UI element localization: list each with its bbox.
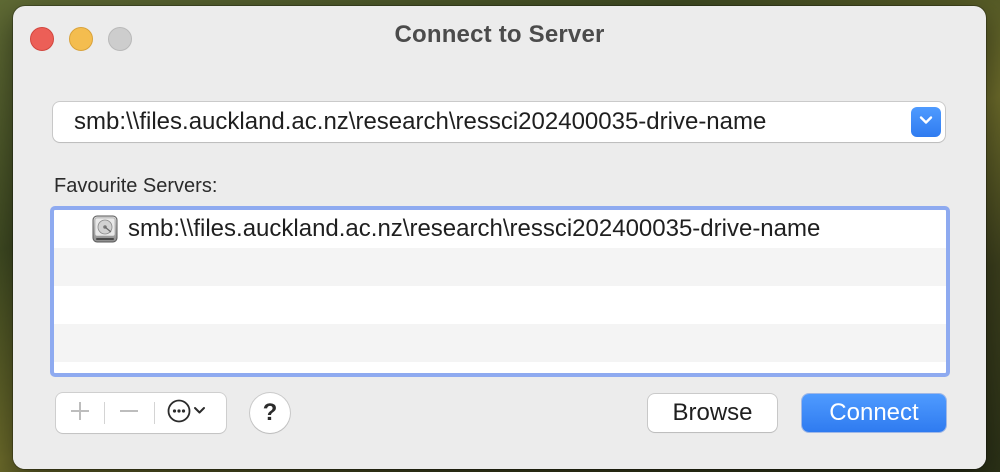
dialog-content: smb:\\files.auckland.ac.nz\research\ress… [13, 62, 986, 469]
connect-button[interactable]: Connect [802, 394, 946, 432]
empty-row [54, 248, 946, 286]
add-favourite-button[interactable] [56, 393, 104, 433]
empty-row [54, 324, 946, 362]
help-button[interactable]: ? [250, 393, 290, 433]
plus-icon [69, 400, 91, 427]
empty-row [54, 286, 946, 324]
chevron-down-icon [918, 113, 934, 131]
favourite-server-label: smb:\\files.auckland.ac.nz\research\ress… [128, 215, 821, 242]
remove-favourite-button[interactable] [104, 393, 154, 433]
server-address-dropdown-button[interactable] [911, 107, 941, 137]
favourites-edit-control [56, 393, 226, 433]
server-address-input[interactable]: smb:\\files.auckland.ac.nz\research\ress… [74, 108, 766, 136]
favourite-server-item[interactable]: smb:\\files.auckland.ac.nz\research\ress… [54, 210, 946, 248]
title-bar[interactable]: Connect to Server [13, 6, 986, 62]
window-title: Connect to Server [394, 21, 605, 48]
minus-icon [118, 400, 140, 427]
connect-to-server-window: Connect to Server smb:\\files.auckland.a… [13, 6, 986, 469]
ellipsis-circle-icon [166, 397, 214, 430]
browse-button[interactable]: Browse [648, 394, 777, 432]
network-drive-icon [90, 214, 120, 244]
server-address-combobox[interactable]: smb:\\files.auckland.ac.nz\research\ress… [53, 102, 945, 142]
more-options-button[interactable] [154, 393, 226, 433]
favourite-servers-label: Favourite Servers: [54, 175, 218, 197]
favourite-servers-list[interactable]: smb:\\files.auckland.ac.nz\research\ress… [50, 206, 950, 377]
